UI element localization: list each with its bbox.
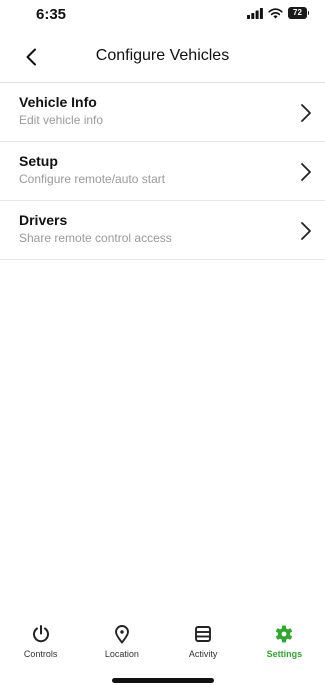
status-icons: 72 bbox=[247, 7, 309, 19]
nav-label: Activity bbox=[188, 649, 218, 659]
power-icon bbox=[30, 623, 52, 645]
chevron-right-icon bbox=[301, 163, 311, 181]
activity-list-icon bbox=[192, 623, 214, 645]
chevron-right-icon bbox=[301, 222, 311, 240]
nav-label: Controls bbox=[23, 649, 58, 659]
item-subtitle: Configure remote/auto start bbox=[19, 172, 166, 186]
location-pin-icon bbox=[111, 623, 133, 645]
settings-list: Vehicle Info Edit vehicle info Setup Con… bbox=[0, 83, 325, 260]
list-item-vehicle-info[interactable]: Vehicle Info Edit vehicle info bbox=[0, 83, 325, 142]
nav-label: Settings bbox=[266, 649, 303, 659]
nav-item-activity[interactable]: Activity bbox=[163, 617, 244, 665]
status-time: 6:35 bbox=[36, 6, 67, 23]
nav-item-settings[interactable]: Settings bbox=[244, 617, 325, 665]
list-item-setup[interactable]: Setup Configure remote/auto start bbox=[0, 142, 325, 201]
list-item-drivers[interactable]: Drivers Share remote control access bbox=[0, 201, 325, 260]
page-title: Configure Vehicles bbox=[95, 47, 230, 64]
nav-label: Location bbox=[104, 649, 139, 659]
signal-icon bbox=[247, 7, 263, 19]
home-indicator bbox=[112, 678, 214, 683]
bottom-nav: Controls Location Activity Settings bbox=[0, 617, 325, 665]
configure-vehicles-screen: 6:35 72 Configure Vehicles Vehicle Info … bbox=[0, 0, 325, 685]
header: Configure Vehicles bbox=[0, 34, 325, 82]
item-title: Drivers bbox=[19, 212, 68, 228]
gear-icon bbox=[273, 623, 295, 645]
battery-icon: 72 bbox=[288, 7, 309, 19]
item-title: Vehicle Info bbox=[19, 94, 97, 110]
wifi-icon bbox=[268, 7, 283, 18]
item-subtitle: Share remote control access bbox=[19, 231, 172, 245]
nav-item-location[interactable]: Location bbox=[81, 617, 162, 665]
item-subtitle: Edit vehicle info bbox=[19, 113, 104, 127]
item-title: Setup bbox=[19, 153, 58, 169]
nav-item-controls[interactable]: Controls bbox=[0, 617, 81, 665]
chevron-right-icon bbox=[301, 104, 311, 122]
status-bar: 6:35 72 bbox=[0, 0, 325, 34]
